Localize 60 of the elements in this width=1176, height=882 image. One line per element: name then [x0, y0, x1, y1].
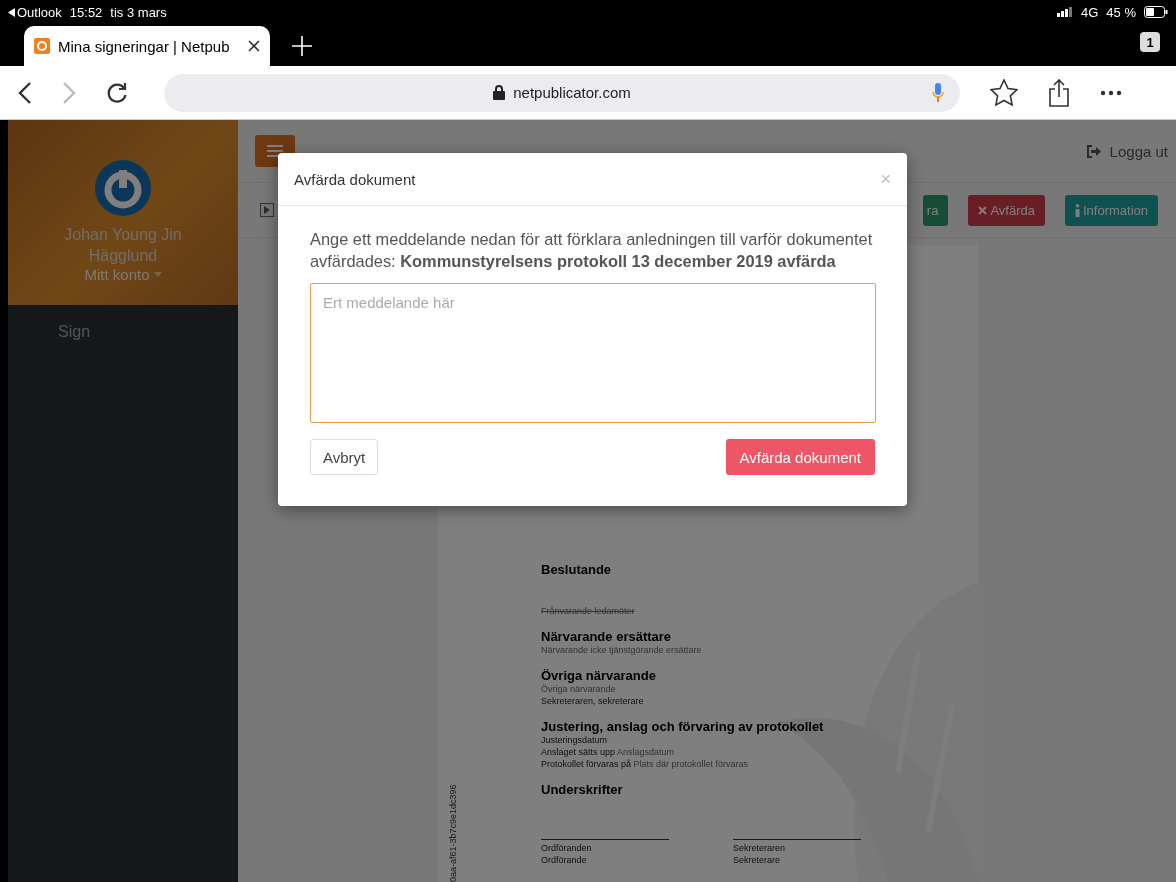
- battery-percent: 45 %: [1106, 4, 1136, 20]
- site-favicon: [34, 38, 50, 54]
- document-line: Protokollet förvaras på Plats där protokollet förvaras: [541, 758, 750, 770]
- cancel-button[interactable]: Avbryt: [310, 439, 379, 475]
- section-heading: Beslutande: [541, 562, 613, 577]
- power-icon[interactable]: [95, 160, 151, 216]
- user-name: Johan Young Jin Hägglund: [63, 225, 183, 266]
- close-icon: [978, 205, 988, 215]
- browser-tab[interactable]: Mina signeringar | Netpub: [24, 26, 270, 66]
- status-date: tis 3 mars: [110, 4, 167, 20]
- signature-title: Ordförande: [541, 854, 588, 866]
- tab-count[interactable]: 1: [1140, 32, 1160, 52]
- info-icon: [1074, 203, 1080, 217]
- signature-role: Ordföranden: [541, 842, 593, 854]
- more-icon[interactable]: [1100, 89, 1122, 96]
- dialog-message: Ange ett meddelande nedan för att förklara anledningen till varför dokumentet avfärdades: Kommunstyrelsens protokoll 13 december 2019 avfärda: [310, 229, 874, 272]
- message-field[interactable]: Ert meddelande här: [310, 283, 876, 423]
- logout-link[interactable]: Logga ut: [1085, 142, 1168, 160]
- document-line: Övriga närvarande: [541, 683, 617, 695]
- back-icon[interactable]: [18, 80, 32, 105]
- signature-role: Sekreteraren: [733, 842, 787, 854]
- action-button[interactable]: ra: [922, 194, 949, 226]
- microphone-icon[interactable]: [932, 82, 944, 103]
- document-line: Sekreteraren, sekreterare: [541, 695, 645, 707]
- share-icon[interactable]: [1048, 78, 1070, 107]
- information-button[interactable]: Information: [1064, 194, 1158, 226]
- close-button[interactable]: ×: [880, 168, 891, 190]
- signature-title: Sekreterare: [733, 854, 782, 866]
- account-menu[interactable]: Mitt konto: [84, 266, 162, 283]
- play-icon: [264, 206, 270, 214]
- network-type: 4G: [1081, 4, 1099, 20]
- document-line: Anslaget sätts upp Anslagsdatum: [541, 746, 676, 758]
- signal-icon: [1057, 7, 1073, 17]
- sign-out-icon: [1085, 144, 1102, 158]
- back-app-link[interactable]: Outlook: [17, 4, 62, 20]
- caret-icon: [153, 272, 162, 277]
- reload-icon[interactable]: [106, 81, 128, 104]
- reject-document-button[interactable]: Avfärda dokument: [725, 439, 875, 475]
- address-bar[interactable]: netpublicator.com: [164, 73, 960, 112]
- section-heading: Underskrifter: [541, 782, 624, 797]
- close-icon[interactable]: [248, 40, 260, 52]
- star-icon[interactable]: [990, 79, 1018, 106]
- url-text: netpublicator.com: [513, 84, 631, 101]
- back-arrow-icon[interactable]: [8, 7, 15, 17]
- reject-button[interactable]: Avfärda: [968, 194, 1045, 226]
- sidebar-item[interactable]: Sign: [8, 305, 238, 341]
- document-id: 0aa-af61-3b7c9e1dc396: [448, 784, 458, 882]
- section-heading: Övriga närvarande: [541, 668, 657, 683]
- document-line: Närvarande icke tjänstgörande ersättare: [541, 644, 703, 656]
- tab-title: Mina signeringar | Netpub: [58, 37, 231, 55]
- lock-icon: [493, 85, 506, 100]
- battery-icon: [1144, 6, 1168, 18]
- status-time: 15:52: [69, 4, 103, 20]
- play-button[interactable]: [260, 203, 274, 217]
- document-line: Justeringsdatum: [541, 734, 609, 746]
- section-heading: Justering, anslag och förvaring av protokollet: [541, 719, 825, 734]
- dialog-title: Avfärda dokument: [294, 170, 416, 188]
- document-line: Frånvarande ledamöter: [541, 605, 636, 617]
- new-tab-icon[interactable]: [292, 36, 312, 56]
- section-heading: Närvarande ersättare: [541, 629, 673, 644]
